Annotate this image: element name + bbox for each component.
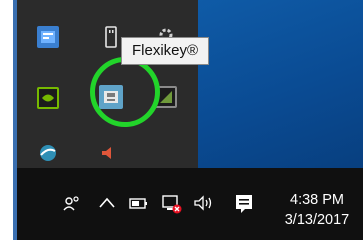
- notification-overflow-panel: [17, 0, 198, 168]
- network-disconnected-icon[interactable]: [160, 194, 184, 218]
- highlight-circle: [90, 57, 160, 127]
- desktop-background: [198, 0, 363, 170]
- show-hidden-icons-chevron-icon[interactable]: [97, 194, 117, 216]
- people-icon[interactable]: [62, 194, 82, 216]
- clock-date: 3/13/2017: [284, 212, 350, 228]
- clock-time: 4:38 PM: [290, 192, 344, 208]
- flexikey-tooltip: Flexikey®: [121, 37, 210, 65]
- taskbar-clock[interactable]: 4:38 PM 3/13/2017: [277, 190, 357, 230]
- action-center-icon[interactable]: [232, 193, 256, 219]
- network-settings-icon[interactable]: [37, 26, 59, 48]
- sphere-app-icon[interactable]: [37, 142, 59, 164]
- battery-icon[interactable]: [127, 194, 151, 216]
- audio-speaker-app-icon[interactable]: [97, 142, 119, 164]
- nvidia-icon[interactable]: [37, 87, 59, 109]
- usb-drive-icon[interactable]: [100, 26, 122, 48]
- volume-icon[interactable]: [192, 194, 218, 216]
